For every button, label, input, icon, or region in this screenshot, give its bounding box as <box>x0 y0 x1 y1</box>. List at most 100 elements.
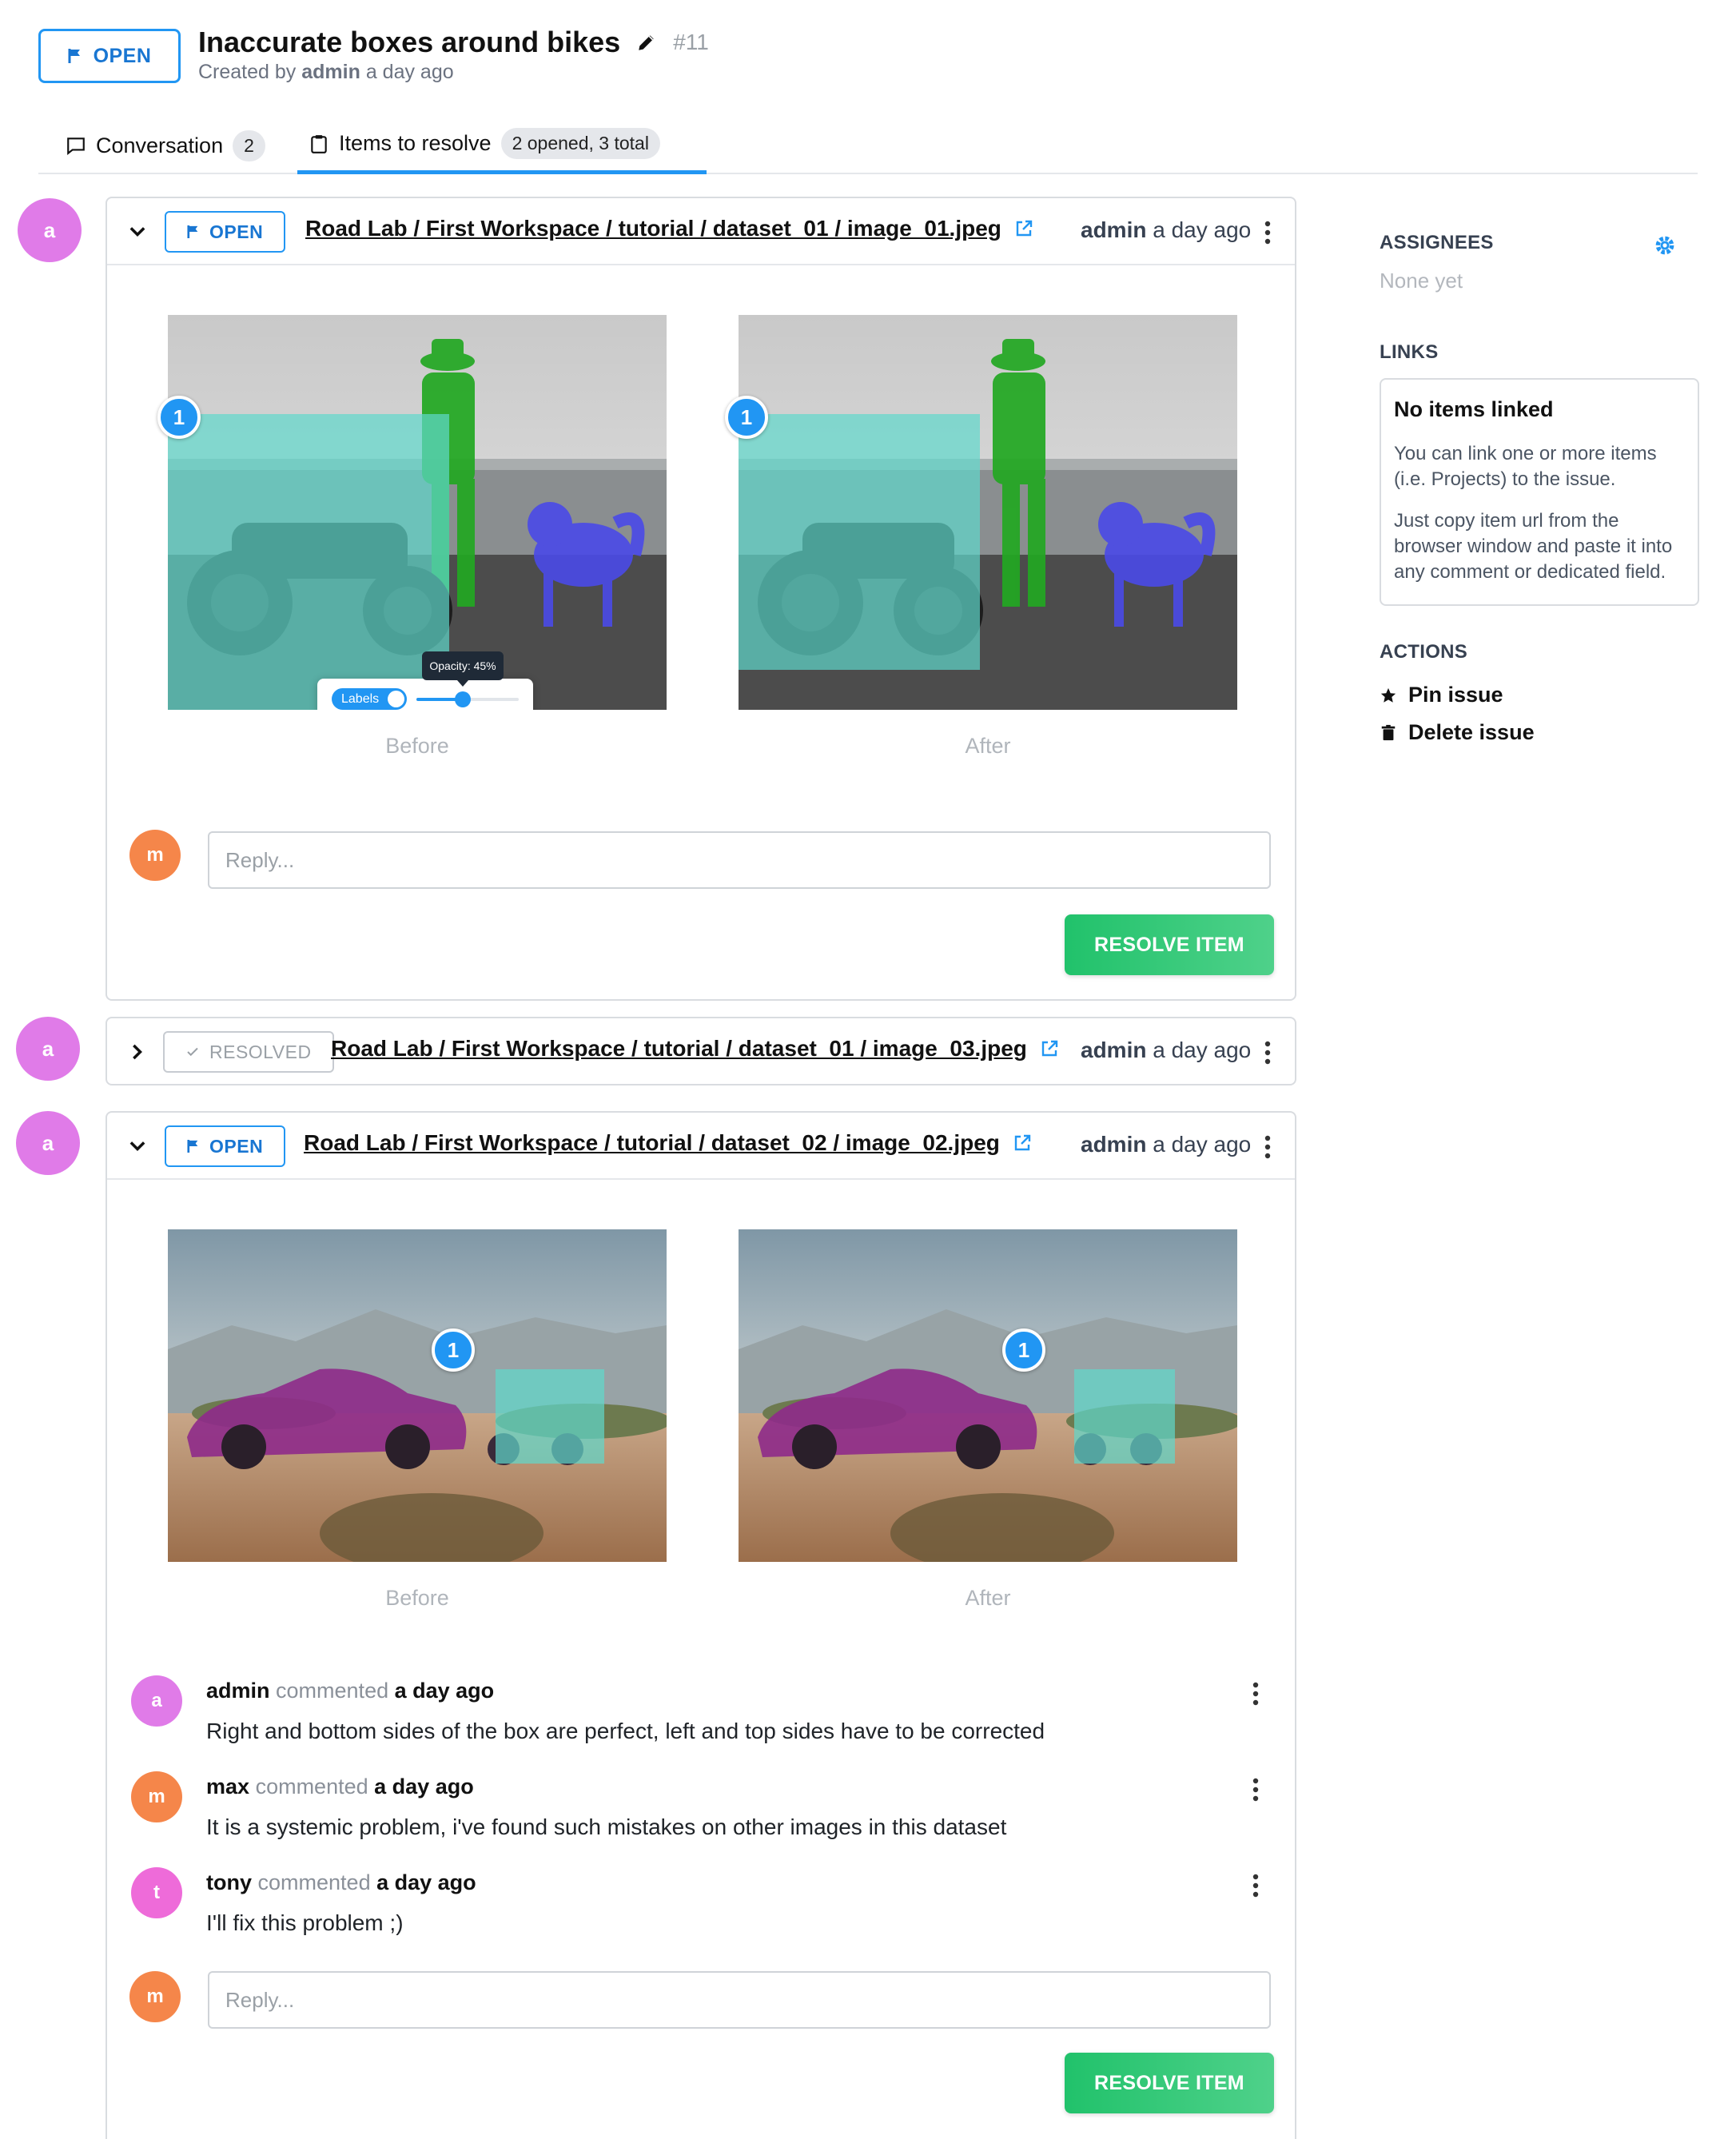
more-vertical-icon[interactable] <box>1252 1874 1260 1898</box>
item-2-author[interactable]: admin <box>1081 1038 1146 1062</box>
item-3-status-badge[interactable]: OPEN <box>165 1125 286 1167</box>
delete-issue-label: Delete issue <box>1408 720 1535 744</box>
comment-when: a day ago <box>394 1679 495 1703</box>
comment-when: a day ago <box>376 1870 476 1894</box>
item-2-status-badge[interactable]: RESOLVED <box>163 1031 334 1073</box>
desert-scene-photo <box>739 1229 1237 1562</box>
item-2-author-avatar: a <box>16 1017 80 1081</box>
item-1-status-badge[interactable]: OPEN <box>165 211 286 253</box>
comment-avatar: a <box>131 1675 182 1727</box>
item-1-after-caption: After <box>965 734 1011 758</box>
desert-scene-photo <box>168 1229 667 1562</box>
item-3-after-marker[interactable]: 1 <box>1002 1328 1045 1372</box>
external-link-icon[interactable] <box>1040 1039 1059 1058</box>
issue-status-button[interactable]: OPEN <box>38 29 181 83</box>
comment: m max commented a day ago It is a system… <box>131 1771 1274 1859</box>
item-3-before-marker[interactable]: 1 <box>432 1328 475 1372</box>
tab-conversation[interactable]: Conversation 2 <box>54 117 277 174</box>
item-1-reply-avatar: m <box>129 830 181 881</box>
opacity-tooltip: Opacity: 45% <box>422 651 504 687</box>
comment-when: a day ago <box>374 1775 474 1798</box>
check-icon <box>187 1047 198 1057</box>
item-3-header: OPEN Road Lab / First Workspace / tutori… <box>107 1113 1295 1180</box>
comment-avatar: m <box>131 1771 182 1822</box>
road-scene-photo <box>739 315 1237 710</box>
item-2-header: RESOLVED Road Lab / First Workspace / tu… <box>107 1018 1295 1085</box>
assignees-empty: None yet <box>1380 269 1463 293</box>
flag-icon <box>187 1140 198 1153</box>
chevron-right-icon[interactable] <box>126 1041 149 1063</box>
issue-number: #11 <box>673 30 709 54</box>
comment-text: I'll fix this problem ;) <box>206 1910 404 1935</box>
actions-heading: ACTIONS <box>1380 641 1468 663</box>
pin-issue-action[interactable]: Pin issue <box>1380 683 1699 707</box>
item-1-author-avatar: a <box>18 198 82 262</box>
item-3-path-link[interactable]: Road Lab / First Workspace / tutorial / … <box>304 1130 1032 1156</box>
item-1-path-link[interactable]: Road Lab / First Workspace / tutorial / … <box>305 216 1033 241</box>
issue-header: OPEN Inaccurate boxes around bikes #11 C… <box>38 26 1698 85</box>
item-2-path: Road Lab / First Workspace / tutorial / … <box>331 1036 1027 1061</box>
chevron-down-icon[interactable] <box>126 221 149 243</box>
tab-conversation-badge: 2 <box>233 129 265 161</box>
item-1-resolve-button[interactable]: RESOLVE ITEM <box>1065 914 1274 975</box>
issue-title: Inaccurate boxes around bikes <box>198 26 621 58</box>
comment-text: Right and bottom sides of the box are pe… <box>206 1719 1045 1743</box>
clipboard-icon <box>311 134 327 153</box>
item-1-after-marker[interactable]: 1 <box>725 396 768 439</box>
item-3-resolve-button[interactable]: RESOLVE ITEM <box>1065 2053 1274 2113</box>
item-1-author[interactable]: admin <box>1081 217 1146 242</box>
more-vertical-icon[interactable] <box>1264 1135 1272 1159</box>
item-3-meta: admin a day ago <box>1081 1132 1251 1157</box>
comment-header: tony commented a day ago <box>206 1870 476 1895</box>
labels-toggle[interactable]: Labels <box>332 688 407 710</box>
item-2-status-label: RESOLVED <box>209 1041 312 1062</box>
comment-user[interactable]: max <box>206 1775 249 1798</box>
more-vertical-icon[interactable] <box>1264 1041 1272 1065</box>
created-prefix: Created by <box>198 61 297 83</box>
item-1-after-image[interactable] <box>739 315 1237 710</box>
chat-bubble-icon <box>67 137 85 156</box>
created-when: a day ago <box>365 61 454 83</box>
item-3-reply-input[interactable]: Reply... <box>208 1971 1271 2029</box>
comment-verb: commented <box>257 1870 371 1894</box>
more-vertical-icon[interactable] <box>1264 221 1272 245</box>
pencil-icon[interactable] <box>636 32 657 53</box>
item-1-before-marker[interactable]: 1 <box>157 396 201 439</box>
item-3-before-image[interactable] <box>168 1229 667 1562</box>
comment: t tony commented a day ago I'll fix this… <box>131 1867 1274 1955</box>
item-3-before-caption: Before <box>385 1586 449 1610</box>
item-1-reply-input[interactable]: Reply... <box>208 831 1271 889</box>
more-vertical-icon[interactable] <box>1252 1778 1260 1802</box>
more-vertical-icon[interactable] <box>1252 1682 1260 1706</box>
item-1-before-caption: Before <box>385 734 449 758</box>
toggle-knob <box>388 691 404 707</box>
labels-toggle-label: Labels <box>341 691 380 706</box>
item-2-path-link[interactable]: Road Lab / First Workspace / tutorial / … <box>331 1036 1059 1062</box>
item-1-before-image[interactable]: Labels Opacity: 45% <box>168 315 667 710</box>
external-link-icon[interactable] <box>1014 219 1033 238</box>
delete-issue-action[interactable]: Delete issue <box>1380 720 1699 745</box>
created-by-user[interactable]: admin <box>301 61 360 83</box>
item-3-after-caption: After <box>965 1586 1011 1610</box>
opacity-slider[interactable] <box>416 691 519 707</box>
item-3-status-label: OPEN <box>209 1135 264 1157</box>
gear-icon[interactable] <box>1654 235 1675 256</box>
links-heading: LINKS <box>1380 341 1439 363</box>
comment-verb: commented <box>276 1679 389 1703</box>
comment: a admin commented a day ago Right and bo… <box>131 1675 1274 1763</box>
item-3-reply-avatar: m <box>129 1971 181 2022</box>
comment-user[interactable]: admin <box>206 1679 270 1703</box>
pin-issue-label: Pin issue <box>1408 683 1503 707</box>
opacity-panel: Labels <box>317 679 533 710</box>
chevron-down-icon[interactable] <box>126 1135 149 1157</box>
item-3-author[interactable]: admin <box>1081 1132 1146 1157</box>
tab-items-label: Items to resolve <box>339 131 492 155</box>
opacity-slider-thumb[interactable] <box>454 691 471 707</box>
comment-user[interactable]: tony <box>206 1870 252 1894</box>
item-1-path: Road Lab / First Workspace / tutorial / … <box>305 216 1001 241</box>
item-card-1: OPEN Road Lab / First Workspace / tutori… <box>106 197 1296 1001</box>
external-link-icon[interactable] <box>1013 1133 1032 1153</box>
links-box: No items linked You can link one or more… <box>1380 378 1699 606</box>
tab-items-to-resolve[interactable]: Items to resolve 2 opened, 3 total <box>297 117 707 174</box>
item-3-after-image[interactable] <box>739 1229 1237 1562</box>
